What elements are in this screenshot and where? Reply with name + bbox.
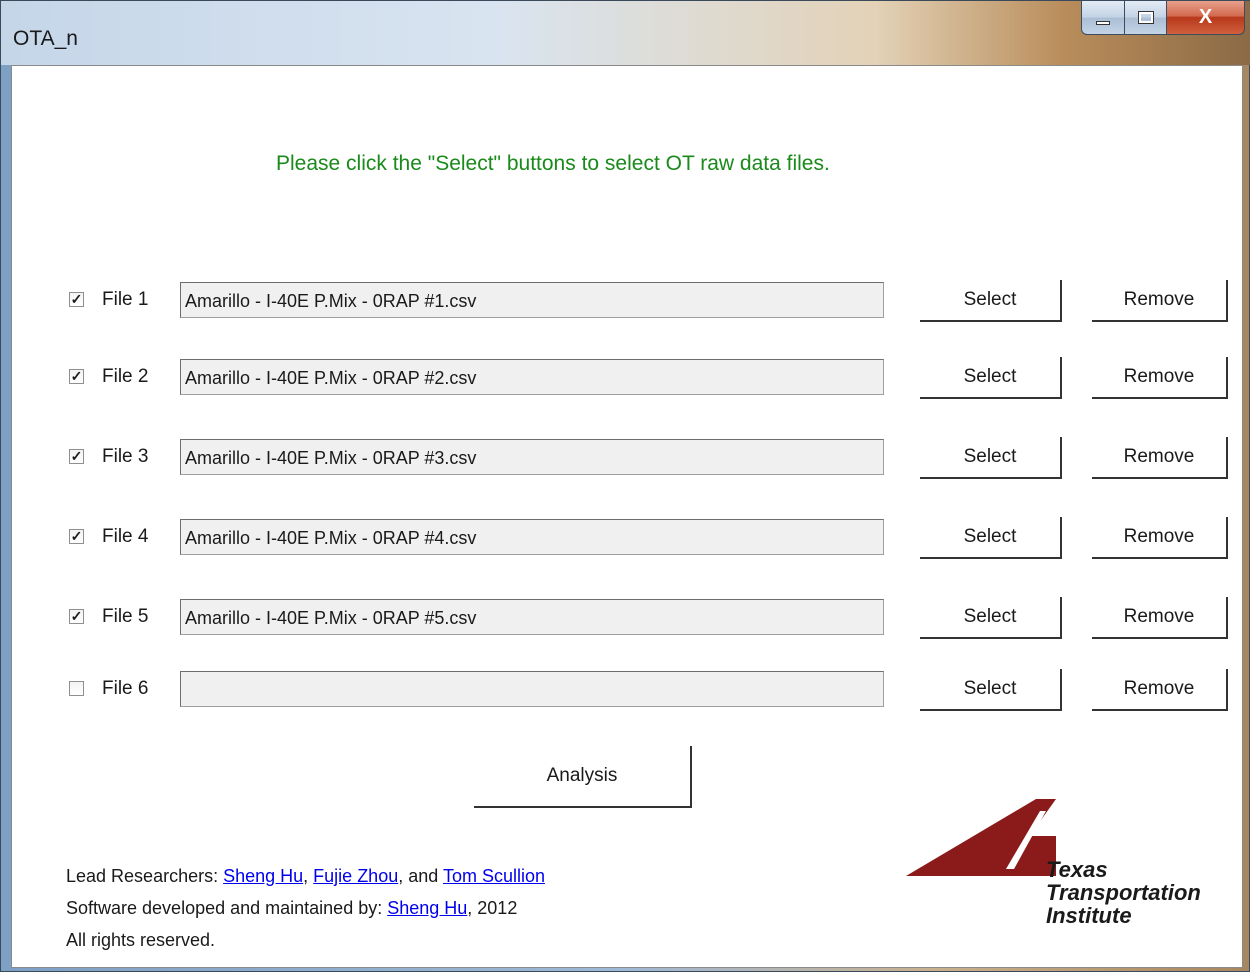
maximize-icon [1137,11,1154,24]
logo-text-1: Texas [1046,857,1108,882]
developer-suffix: , 2012 [467,898,518,918]
file-row-5: ✓ File 5 Amarillo - I-40E P.Mix - 0RAP #5.… [12,597,1244,639]
developer-link[interactable]: Sheng Hu [387,898,467,918]
file-1-checkbox[interactable]: ✓ [69,292,84,307]
file-2-label: File 2 [102,366,149,387]
file-4-select-button[interactable]: Select [920,517,1062,559]
file-4-label: File 4 [102,526,149,547]
maximize-button[interactable] [1125,1,1167,35]
file-1-select-button[interactable]: Select [920,280,1062,322]
footer-rights: All rights reserved. [66,930,216,950]
file-5-label: File 5 [102,606,149,627]
file-5-path-field[interactable]: Amarillo - I-40E P.Mix - 0RAP #5.csv [180,599,884,635]
researcher-link-2[interactable]: Fujie Zhou [313,866,398,886]
file-2-remove-button[interactable]: Remove [1092,357,1228,399]
researchers-sep-1: , [303,866,314,886]
file-3-label: File 3 [102,446,149,467]
file-row-2: ✓ File 2 Amarillo - I-40E P.Mix - 0RAP #2.… [12,357,1244,399]
minimize-icon [1096,20,1110,25]
file-1-path-field[interactable]: Amarillo - I-40E P.Mix - 0RAP #1.csv [180,282,884,318]
researchers-sep-2: , and [398,866,443,886]
window-title: OTA_n [13,27,78,50]
footer-developer: Software developed and maintained by: Sh… [66,898,517,919]
file-1-remove-button[interactable]: Remove [1092,280,1228,322]
minimize-button[interactable] [1081,1,1125,35]
file-row-3: ✓ File 3 Amarillo - I-40E P.Mix - 0RAP #3.… [12,437,1244,479]
file-6-label: File 6 [102,678,149,699]
title-bar[interactable]: OTA_n X [1,1,1250,65]
app-window: OTA_n X Please click the "Select" button… [0,0,1250,972]
file-5-select-button[interactable]: Select [920,597,1062,639]
file-1-label: File 1 [102,289,149,310]
file-5-remove-button[interactable]: Remove [1092,597,1228,639]
developer-prefix: Software developed and maintained by: [66,898,388,918]
file-3-select-button[interactable]: Select [920,437,1062,479]
file-3-checkbox[interactable]: ✓ [69,449,84,464]
file-row-1: ✓ File 1 Amarillo - I-40E P.Mix - 0RAP #1.… [12,280,1244,322]
instruction-text: Please click the "Select" buttons to sel… [276,152,830,175]
file-row-4: ✓ File 4 Amarillo - I-40E P.Mix - 0RAP #4.… [12,517,1244,559]
file-6-checkbox[interactable] [69,681,84,696]
file-6-path-field[interactable] [180,671,884,707]
file-row-6: File 6 Select Remove [12,669,1244,711]
close-button[interactable]: X [1167,1,1245,35]
file-4-remove-button[interactable]: Remove [1092,517,1228,559]
file-2-select-button[interactable]: Select [920,357,1062,399]
logo-text-3: Institute [1046,903,1132,928]
logo-text-2: Transportation [1046,880,1201,905]
file-5-checkbox[interactable]: ✓ [69,609,84,624]
close-icon: X [1198,6,1213,28]
file-6-select-button[interactable]: Select [920,669,1062,711]
footer-researchers: Lead Researchers: Sheng Hu, Fujie Zhou, … [66,866,545,887]
file-4-path-field[interactable]: Amarillo - I-40E P.Mix - 0RAP #4.csv [180,519,884,555]
researcher-link-3[interactable]: Tom Scullion [443,866,545,886]
file-3-path-field[interactable]: Amarillo - I-40E P.Mix - 0RAP #3.csv [180,439,884,475]
researcher-link-1[interactable]: Sheng Hu [223,866,303,886]
file-2-checkbox[interactable]: ✓ [69,369,84,384]
window-controls: X [1081,1,1245,35]
analysis-button[interactable]: Analysis [474,746,692,808]
researchers-prefix: Lead Researchers: [66,866,224,886]
file-3-remove-button[interactable]: Remove [1092,437,1228,479]
file-4-checkbox[interactable]: ✓ [69,529,84,544]
file-6-remove-button[interactable]: Remove [1092,669,1228,711]
file-2-path-field[interactable]: Amarillo - I-40E P.Mix - 0RAP #2.csv [180,359,884,395]
